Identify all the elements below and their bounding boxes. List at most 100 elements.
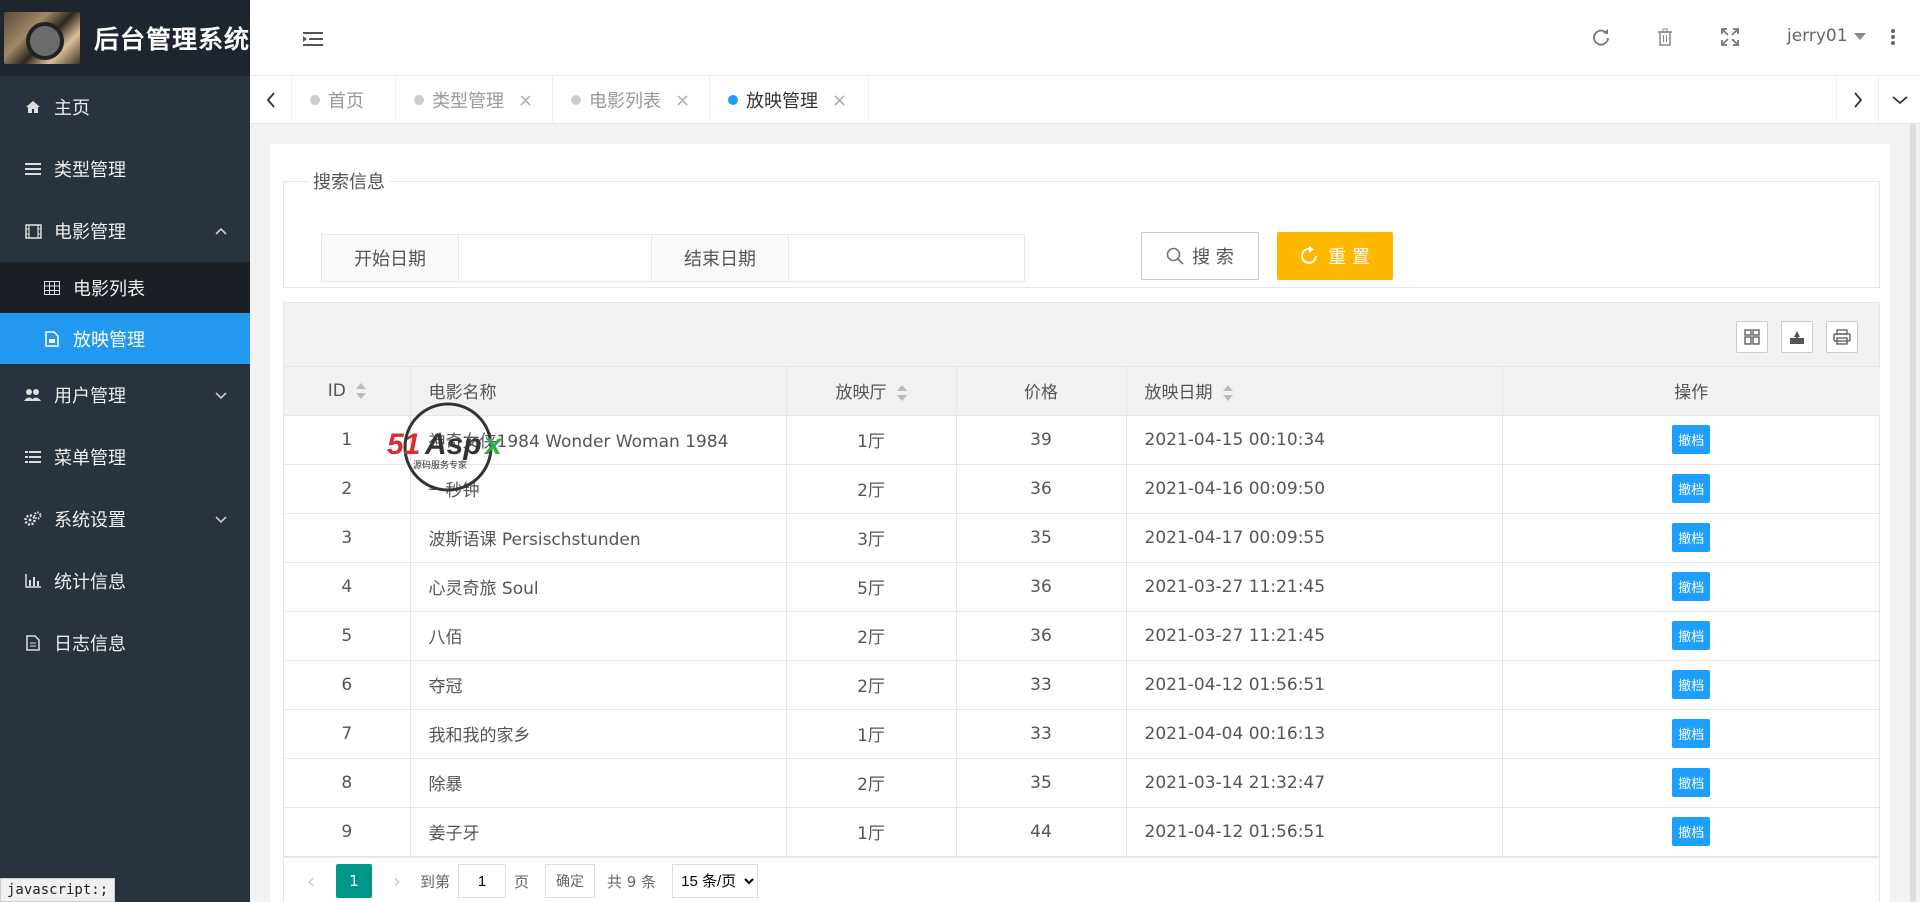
cell-movie-name: 波斯语课 Persischstunden xyxy=(410,513,787,563)
sidebar-item-screening[interactable]: 放映管理 xyxy=(0,313,250,364)
sidebar-item-movies[interactable]: 电影管理 xyxy=(0,200,250,262)
tab-screening[interactable]: 放映管理 × xyxy=(710,76,869,124)
next-page-button[interactable]: › xyxy=(382,869,412,893)
status-bar-link-tip: javascript:; xyxy=(0,878,116,902)
search-legend: 搜索信息 xyxy=(313,172,385,193)
chevron-right-icon xyxy=(1853,92,1862,108)
table-toolbar xyxy=(284,303,1879,367)
table-row: 4 心灵奇旅 Soul 5厅 36 2021-03-27 11:21:45 撤档 xyxy=(284,562,1880,612)
tab-home[interactable]: 首页 xyxy=(292,76,396,124)
goto-page-input[interactable] xyxy=(458,864,507,898)
sidebar-item-types[interactable]: 类型管理 xyxy=(0,138,250,200)
cell-movie-name: 夺冠 xyxy=(410,660,787,710)
user-menu[interactable]: jerry01 xyxy=(1787,26,1866,46)
page-size-select[interactable]: 15 条/页 xyxy=(672,864,759,898)
end-date-input[interactable] xyxy=(789,235,1024,281)
cell-date: 2021-04-04 00:16:13 xyxy=(1126,709,1503,759)
cell-hall: 2厅 xyxy=(786,758,957,808)
sidebar-item-home[interactable]: 主页 xyxy=(0,76,250,138)
cell-hall: 1厅 xyxy=(786,709,957,759)
reset-button[interactable]: 重 置 xyxy=(1277,232,1393,280)
pagination: ‹ 1 › 到第 页 确定 共 9 条 15 条/页 xyxy=(284,856,1879,902)
cell-movie-name: 一秒钟 xyxy=(410,464,787,514)
column-header-hall[interactable]: 放映厅 xyxy=(786,367,957,416)
close-icon[interactable]: × xyxy=(832,90,847,111)
more-vertical-icon[interactable] xyxy=(1882,26,1904,48)
tab-types[interactable]: 类型管理 × xyxy=(396,76,553,124)
withdraw-button[interactable]: 撤档 xyxy=(1672,621,1711,650)
cell-price: 33 xyxy=(956,660,1127,710)
cell-id: 5 xyxy=(284,611,411,661)
tab-dot xyxy=(414,95,424,105)
sidebar-item-label: 系统设置 xyxy=(54,510,126,531)
cell-date: 2021-03-14 21:32:47 xyxy=(1126,758,1503,808)
gears-icon xyxy=(24,510,42,528)
tab-scroll-left-button[interactable] xyxy=(250,76,292,124)
prev-page-button[interactable]: ‹ xyxy=(296,869,326,893)
column-label: ID xyxy=(327,380,346,401)
close-icon[interactable]: × xyxy=(675,90,690,111)
tab-scroll-right-button[interactable] xyxy=(1836,76,1878,124)
tab-menu-button[interactable] xyxy=(1878,76,1920,124)
column-header-name: 电影名称 xyxy=(410,367,787,416)
page-unit-label: 页 xyxy=(514,872,530,891)
column-header-date[interactable]: 放映日期 xyxy=(1126,367,1503,416)
sidebar-item-menus[interactable]: 菜单管理 xyxy=(0,426,250,488)
cell-price: 33 xyxy=(956,709,1127,759)
sort-icon[interactable] xyxy=(896,385,907,402)
cell-id: 8 xyxy=(284,758,411,808)
withdraw-button[interactable]: 撤档 xyxy=(1672,523,1711,552)
sidebar-item-users[interactable]: 用户管理 xyxy=(0,364,250,426)
file-image-icon xyxy=(43,330,61,348)
current-page[interactable]: 1 xyxy=(336,864,372,898)
cell-actions: 撤档 xyxy=(1502,415,1880,465)
trash-icon[interactable] xyxy=(1654,26,1676,48)
sidebar-submenu-movies: 电影列表 放映管理 xyxy=(0,262,250,364)
export-button[interactable] xyxy=(1781,321,1813,353)
sidebar-item-logs[interactable]: 日志信息 xyxy=(0,612,250,674)
start-date-label: 开始日期 xyxy=(322,235,459,281)
withdraw-button[interactable]: 撤档 xyxy=(1672,474,1711,503)
withdraw-button[interactable]: 撤档 xyxy=(1672,670,1711,699)
chevron-down-icon xyxy=(1891,96,1908,105)
sidebar-item-label: 电影管理 xyxy=(54,222,126,243)
column-header-id[interactable]: ID xyxy=(284,367,411,416)
tab-dot xyxy=(310,95,320,105)
table-row: 8 除暴 2厅 35 2021-03-14 21:32:47 撤档 xyxy=(284,758,1880,808)
goto-confirm-button[interactable]: 确定 xyxy=(545,864,596,898)
withdraw-button[interactable]: 撤档 xyxy=(1672,425,1711,454)
sidebar-item-stats[interactable]: 统计信息 xyxy=(0,550,250,612)
sidebar-item-movie-list[interactable]: 电影列表 xyxy=(0,262,250,313)
withdraw-button[interactable]: 撤档 xyxy=(1672,817,1711,846)
app-title: 后台管理系统 xyxy=(94,25,251,54)
sort-icon[interactable] xyxy=(1222,385,1233,402)
tab-movie-list[interactable]: 电影列表 × xyxy=(553,76,710,124)
users-icon xyxy=(24,386,42,404)
withdraw-button[interactable]: 撤档 xyxy=(1672,768,1711,797)
sidebar-item-settings[interactable]: 系统设置 xyxy=(0,488,250,550)
cell-id: 1 xyxy=(284,415,411,465)
table-row: 6 夺冠 2厅 33 2021-04-12 01:56:51 撤档 xyxy=(284,660,1880,710)
sort-icon[interactable] xyxy=(355,382,366,399)
logo[interactable]: 后台管理系统 xyxy=(0,0,250,76)
print-button[interactable] xyxy=(1826,321,1858,353)
fullscreen-icon[interactable] xyxy=(1719,26,1741,48)
tab-dot xyxy=(728,95,738,105)
search-button[interactable]: 搜 索 xyxy=(1141,232,1259,280)
cell-hall: 3厅 xyxy=(786,513,957,563)
cell-price: 44 xyxy=(956,807,1127,857)
cell-price: 36 xyxy=(956,464,1127,514)
columns-filter-button[interactable] xyxy=(1736,321,1768,353)
table-row: 3 波斯语课 Persischstunden 3厅 35 2021-04-17 00:0… xyxy=(284,513,1880,563)
column-label: 电影名称 xyxy=(428,383,497,404)
movie-schedule-table: ID 电影名称 放映厅 价格 放映日期 操作 1 神奇女侠1984 Wonder … xyxy=(284,367,1880,857)
withdraw-button[interactable]: 撤档 xyxy=(1672,572,1711,601)
cell-movie-name: 八佰 xyxy=(410,611,787,661)
close-icon[interactable]: × xyxy=(518,90,533,111)
column-header-actions: 操作 xyxy=(1502,367,1880,416)
withdraw-button[interactable]: 撤档 xyxy=(1672,719,1711,748)
refresh-icon[interactable] xyxy=(1590,26,1612,48)
chevron-left-icon xyxy=(266,92,275,108)
cell-id: 2 xyxy=(284,464,411,514)
menu-toggle-icon[interactable] xyxy=(303,30,323,48)
